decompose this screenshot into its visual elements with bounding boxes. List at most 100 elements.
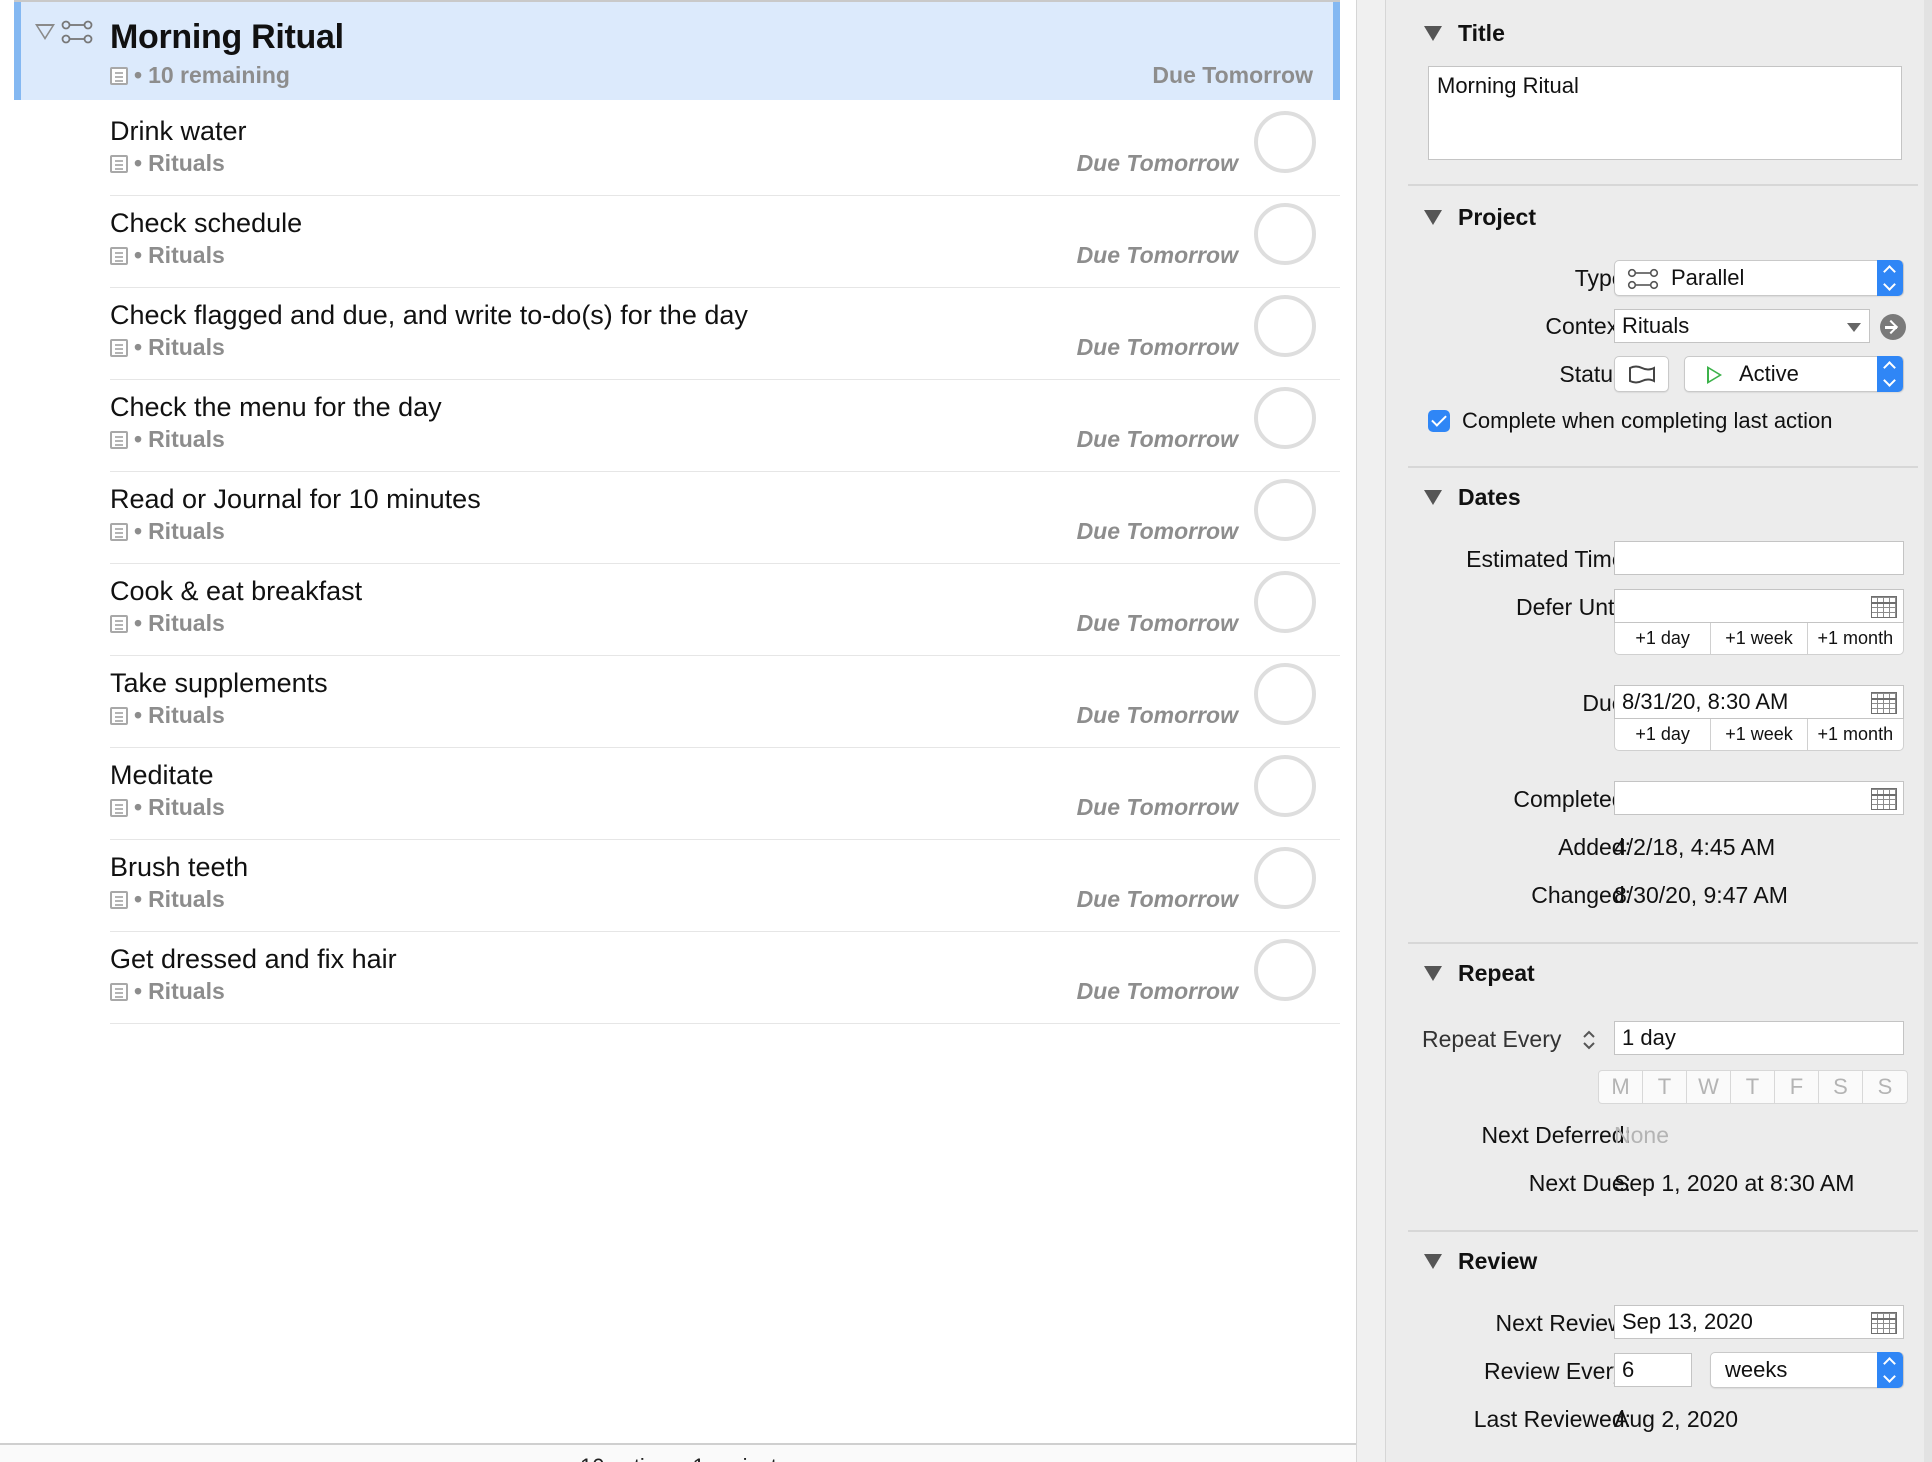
task-checkbox-circle[interactable] (1254, 847, 1316, 909)
title-text-area[interactable]: Morning Ritual (1428, 66, 1902, 160)
defer-until-field[interactable] (1614, 589, 1904, 623)
repeat-interval-field[interactable]: 1 day (1614, 1021, 1904, 1055)
task-title[interactable]: Drink water (110, 116, 247, 147)
weekday-friday[interactable]: F (1775, 1071, 1819, 1103)
pane-divider[interactable] (1356, 0, 1386, 1462)
note-icon[interactable] (110, 430, 128, 449)
task-title[interactable]: Check flagged and due, and write to-do(s… (110, 300, 748, 331)
project-title[interactable]: Morning Ritual (110, 18, 344, 57)
task-checkbox-circle[interactable] (1254, 479, 1316, 541)
note-icon[interactable] (110, 982, 128, 1001)
task-due-label: Due Tomorrow (1076, 702, 1238, 728)
weekday-saturday[interactable]: S (1819, 1071, 1863, 1103)
type-stepper-icon[interactable] (1877, 260, 1903, 296)
bullet-separator: • (134, 62, 143, 88)
task-row[interactable]: Check the menu for the day • Rituals Due To… (110, 380, 1340, 472)
review-every-unit-popup[interactable]: weeks (1710, 1352, 1904, 1388)
go-to-context-icon[interactable] (1880, 314, 1906, 340)
task-row[interactable]: Meditate • Rituals Due Tomorrow (110, 748, 1340, 840)
task-title[interactable]: Brush teeth (110, 852, 248, 883)
note-icon[interactable] (110, 522, 128, 541)
task-due-label: Due Tomorrow (1076, 518, 1238, 544)
estimated-time-field[interactable] (1614, 541, 1904, 575)
calendar-icon[interactable] (1871, 692, 1897, 714)
task-checkbox-circle[interactable] (1254, 295, 1316, 357)
defer-plus-1-month-button[interactable]: +1 month (1808, 623, 1903, 654)
due-field[interactable]: 8/31/20, 8:30 AM (1614, 685, 1904, 719)
note-icon[interactable] (110, 798, 128, 817)
calendar-icon[interactable] (1871, 1312, 1897, 1334)
note-icon[interactable] (110, 706, 128, 725)
review-unit-stepper-icon[interactable] (1877, 1352, 1903, 1388)
note-icon[interactable] (110, 66, 128, 85)
task-row[interactable]: Get dressed and fix hair • Rituals Due Tomo… (110, 932, 1340, 1024)
repeat-every-popup[interactable]: Repeat Every (1422, 1026, 1602, 1056)
repeat-section-disclosure-icon[interactable] (1424, 966, 1442, 981)
type-popup[interactable]: Parallel (1614, 260, 1904, 296)
weekday-sunday[interactable]: S (1863, 1071, 1907, 1103)
weekday-monday[interactable]: M (1599, 1071, 1643, 1103)
weekday-tuesday[interactable]: T (1643, 1071, 1687, 1103)
project-row[interactable]: Morning Ritual • 10 remaining Due Tomorr… (14, 2, 1340, 100)
disclosure-triangle-icon[interactable] (35, 24, 55, 40)
status-popup[interactable]: Active (1684, 356, 1904, 392)
next-review-field[interactable]: Sep 13, 2020 (1614, 1305, 1904, 1339)
calendar-icon[interactable] (1871, 596, 1897, 618)
task-title[interactable]: Cook & eat breakfast (110, 576, 362, 607)
section-divider (1408, 1230, 1918, 1232)
bullet-separator: • (134, 518, 143, 544)
task-checkbox-circle[interactable] (1254, 755, 1316, 817)
task-title[interactable]: Meditate (110, 760, 214, 791)
title-section-header: Title (1458, 20, 1505, 46)
task-checkbox-circle[interactable] (1254, 387, 1316, 449)
task-row[interactable]: Check flagged and due, and write to-do(s… (110, 288, 1340, 380)
flag-button[interactable] (1614, 356, 1669, 392)
task-title[interactable]: Check schedule (110, 208, 302, 239)
task-row[interactable]: Drink water • Rituals Due Tomorrow (110, 104, 1340, 196)
due-plus-1-month-button[interactable]: +1 month (1808, 719, 1903, 750)
status-stepper-icon[interactable] (1877, 356, 1903, 392)
task-row[interactable]: Cook & eat breakfast • Rituals Due Tomorrow (110, 564, 1340, 656)
note-icon[interactable] (110, 890, 128, 909)
task-checkbox-circle[interactable] (1254, 663, 1316, 725)
review-section-disclosure-icon[interactable] (1424, 1254, 1442, 1269)
task-subtitle: • Rituals (110, 518, 225, 545)
task-due-label: Due Tomorrow (1076, 978, 1238, 1004)
task-title[interactable]: Get dressed and fix hair (110, 944, 397, 975)
task-checkbox-circle[interactable] (1254, 939, 1316, 1001)
review-every-count-field[interactable]: 6 (1614, 1353, 1692, 1387)
task-checkbox-circle[interactable] (1254, 203, 1316, 265)
note-icon[interactable] (110, 154, 128, 173)
context-combo-box[interactable]: Rituals (1614, 309, 1870, 343)
task-row[interactable]: Brush teeth • Rituals Due Tomorrow (110, 840, 1340, 932)
title-section-disclosure-icon[interactable] (1424, 26, 1442, 41)
repeat-section-header: Repeat (1458, 960, 1535, 986)
weekday-thursday[interactable]: T (1731, 1071, 1775, 1103)
task-row[interactable]: Read or Journal for 10 minutes • Rituals Du… (110, 472, 1340, 564)
dates-section-disclosure-icon[interactable] (1424, 490, 1442, 505)
task-row[interactable]: Take supplements • Rituals Due Tomorrow (110, 656, 1340, 748)
context-value: Rituals (1622, 313, 1690, 338)
task-row[interactable]: Check schedule • Rituals Due Tomorrow (110, 196, 1340, 288)
note-icon[interactable] (110, 614, 128, 633)
task-checkbox-circle[interactable] (1254, 111, 1316, 173)
defer-plus-1-week-button[interactable]: +1 week (1711, 623, 1808, 654)
task-title[interactable]: Check the menu for the day (110, 392, 442, 423)
completed-field[interactable] (1614, 781, 1904, 815)
due-plus-1-day-button[interactable]: +1 day (1615, 719, 1712, 750)
inspector-scrollbar[interactable] (1924, 0, 1932, 1462)
weekday-selector: M T W T F S S (1598, 1070, 1908, 1104)
due-plus-1-week-button[interactable]: +1 week (1711, 719, 1808, 750)
task-checkbox-circle[interactable] (1254, 571, 1316, 633)
task-title[interactable]: Take supplements (110, 668, 328, 699)
bullet-separator: • (134, 610, 143, 636)
project-section-disclosure-icon[interactable] (1424, 210, 1442, 225)
calendar-icon[interactable] (1871, 788, 1897, 810)
context-dropdown-icon[interactable] (1847, 323, 1861, 332)
complete-with-last-action-checkbox[interactable] (1428, 410, 1450, 432)
weekday-wednesday[interactable]: W (1687, 1071, 1731, 1103)
note-icon[interactable] (110, 338, 128, 357)
defer-plus-1-day-button[interactable]: +1 day (1615, 623, 1712, 654)
note-icon[interactable] (110, 246, 128, 265)
task-title[interactable]: Read or Journal for 10 minutes (110, 484, 481, 515)
